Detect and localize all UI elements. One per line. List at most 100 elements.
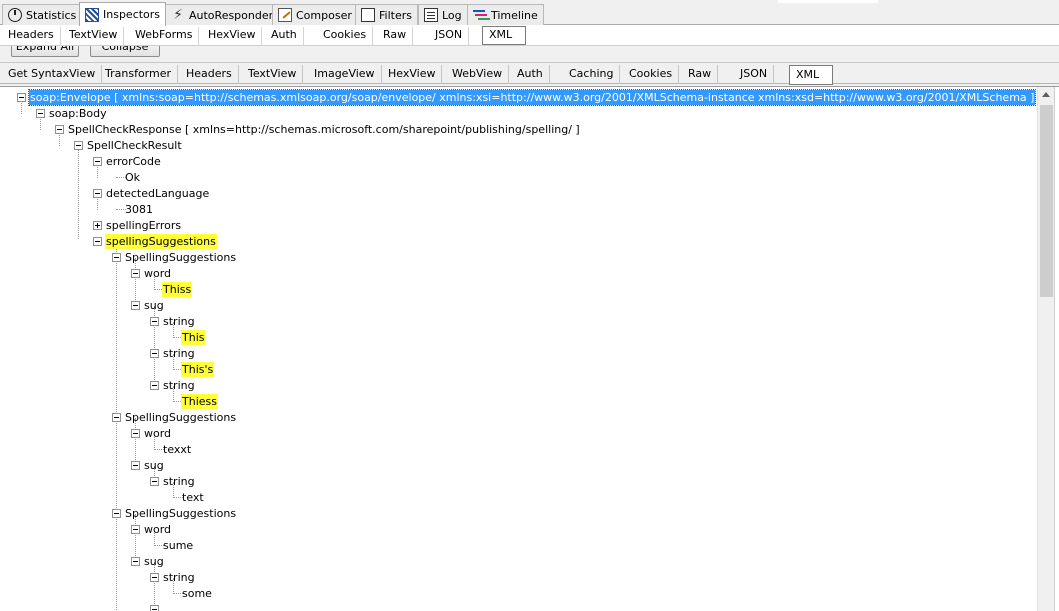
resp-tab-xml[interactable]: XML [789, 65, 833, 85]
tree-node-word[interactable]: word [143, 266, 172, 281]
tree-connector [135, 514, 136, 562]
collapse-toggle-icon[interactable] [131, 429, 140, 438]
tree-node-value[interactable]: Thiess [181, 394, 218, 409]
tree-node-value[interactable]: This's [181, 362, 215, 377]
tree-node-value[interactable]: This [181, 330, 206, 345]
req-tab-textview[interactable]: TextView [63, 27, 125, 45]
resp-tab-raw[interactable]: Raw [682, 65, 719, 84]
lightning-icon: ⚡ [173, 7, 183, 23]
req-tab-xml[interactable]: XML [482, 26, 526, 45]
tab-composer[interactable]: Composer [272, 4, 358, 25]
tree-node-suggestion-group[interactable]: SpellingSuggestions [124, 410, 237, 425]
tab-autoresponder[interactable]: ⚡ AutoResponder [165, 4, 280, 25]
tree-node-suggestion-group[interactable]: SpellingSuggestions [124, 506, 237, 521]
tree-node-error-code[interactable]: errorCode [105, 154, 162, 169]
tree-node-suggestion-group[interactable]: SpellingSuggestions [124, 250, 237, 265]
timeline-icon [473, 8, 487, 22]
collapse-toggle-icon[interactable] [36, 109, 45, 118]
collapse-toggle-icon[interactable] [131, 269, 140, 278]
tab-filters[interactable]: Filters [355, 4, 418, 25]
tree-node-value[interactable]: Thiss [162, 282, 193, 297]
tree-connector [135, 418, 136, 466]
collapse-toggle-icon[interactable] [93, 237, 102, 246]
tree-node-sug[interactable]: sug [143, 298, 165, 313]
req-tab-raw[interactable]: Raw [377, 27, 414, 45]
inspectors-icon [85, 7, 99, 22]
response-subtab-bar: Get SyntaxView Transformer Headers TextV… [0, 62, 1059, 85]
resp-tab-cookies[interactable]: Cookies [623, 65, 680, 84]
tree-node-value[interactable]: texxt [162, 442, 192, 457]
tree-node-spelling-suggestions[interactable]: spellingSuggestions [105, 234, 217, 249]
scrollbar-thumb[interactable] [1040, 105, 1053, 297]
resp-tab-auth[interactable]: Auth [511, 65, 550, 84]
title-gap [778, 0, 878, 3]
tree-node-spellcheck-result[interactable]: SpellCheckResult [86, 138, 183, 153]
stopwatch-icon [8, 8, 22, 22]
tree-node-word[interactable]: word [143, 522, 172, 537]
collapse-toggle-icon[interactable] [150, 605, 159, 611]
tree-node-spellcheck-response[interactable]: SpellCheckResponse [ xmlns=http://schema… [67, 122, 581, 137]
tree-node-sug[interactable]: sug [143, 554, 165, 569]
collapse-toggle-icon[interactable] [131, 557, 140, 566]
collapse-toggle-icon[interactable] [112, 413, 121, 422]
req-tab-hexview[interactable]: HexView [202, 27, 263, 45]
tree-node-string[interactable]: string [162, 474, 196, 489]
resp-tab-hexview[interactable]: HexView [382, 65, 443, 84]
collapse-button[interactable]: Collapse [90, 46, 160, 57]
tree-node-string[interactable]: string [162, 570, 196, 585]
tree-node-value[interactable]: some [181, 586, 213, 601]
collapse-toggle-icon[interactable] [150, 381, 159, 390]
req-tab-json[interactable]: JSON [429, 27, 470, 45]
req-tab-auth[interactable]: Auth [265, 27, 304, 45]
resp-tab-get-syntaxview[interactable]: Get SyntaxView [2, 65, 103, 84]
scroll-up-icon[interactable] [1038, 87, 1055, 104]
req-tab-cookies[interactable]: Cookies [317, 27, 374, 45]
tab-statistics[interactable]: Statistics [2, 4, 83, 25]
collapse-toggle-icon[interactable] [131, 461, 140, 470]
collapse-toggle-icon[interactable] [150, 317, 159, 326]
tab-label: Composer [296, 8, 352, 22]
tree-node-string[interactable]: string [162, 378, 196, 393]
tab-timeline[interactable]: Timeline [467, 4, 544, 25]
tree-node-value[interactable]: sume [162, 538, 194, 553]
resp-tab-json[interactable]: JSON [734, 65, 775, 84]
resp-tab-textview[interactable]: TextView [242, 65, 304, 84]
tab-inspectors[interactable]: Inspectors [79, 2, 167, 26]
collapse-toggle-icon[interactable] [55, 125, 64, 134]
expand-all-button[interactable]: Expand All [11, 46, 79, 57]
resp-tab-webview[interactable]: WebView [446, 65, 510, 84]
req-tab-webforms[interactable]: WebForms [129, 27, 200, 45]
collapse-toggle-icon[interactable] [131, 525, 140, 534]
tab-log[interactable]: Log [418, 4, 468, 25]
xml-tree-view[interactable]: soap:Envelope [ xmlns:soap=http://schema… [0, 86, 1059, 611]
expand-toggle-icon[interactable] [93, 221, 102, 230]
tree-node-soap-envelope[interactable]: soap:Envelope [ xmlns:soap=http://schema… [27, 89, 1037, 106]
resp-tab-caching[interactable]: Caching [563, 65, 621, 84]
collapse-toggle-icon[interactable] [93, 157, 102, 166]
collapse-toggle-icon[interactable] [74, 141, 83, 150]
panel-edge [1054, 87, 1059, 611]
vertical-scrollbar[interactable] [1037, 87, 1054, 611]
tree-node-spelling-errors[interactable]: spellingErrors [105, 218, 182, 233]
collapse-toggle-icon[interactable] [93, 189, 102, 198]
tree-node-value[interactable]: 3081 [124, 202, 154, 217]
collapse-toggle-icon[interactable] [150, 477, 159, 486]
req-tab-headers[interactable]: Headers [2, 27, 61, 45]
tree-node-word[interactable]: word [143, 426, 172, 441]
tree-node-sug[interactable]: sug [143, 458, 165, 473]
resp-tab-imageview[interactable]: ImageView [308, 65, 382, 84]
tree-node-string[interactable]: string [162, 314, 196, 329]
tree-node-value[interactable]: text [181, 490, 205, 505]
collapse-toggle-icon[interactable] [150, 573, 159, 582]
tree-node-value[interactable]: Ok [124, 170, 141, 185]
collapse-toggle-icon[interactable] [112, 509, 121, 518]
collapse-toggle-icon[interactable] [150, 349, 159, 358]
collapse-toggle-icon[interactable] [17, 93, 26, 102]
resp-tab-headers[interactable]: Headers [180, 65, 239, 84]
tree-node-soap-body[interactable]: soap:Body [48, 106, 108, 121]
collapse-toggle-icon[interactable] [112, 253, 121, 262]
tree-node-detected-language[interactable]: detectedLanguage [105, 186, 210, 201]
collapse-toggle-icon[interactable] [131, 301, 140, 310]
resp-tab-transformer[interactable]: Transformer [99, 65, 179, 84]
tree-node-string[interactable]: string [162, 346, 196, 361]
